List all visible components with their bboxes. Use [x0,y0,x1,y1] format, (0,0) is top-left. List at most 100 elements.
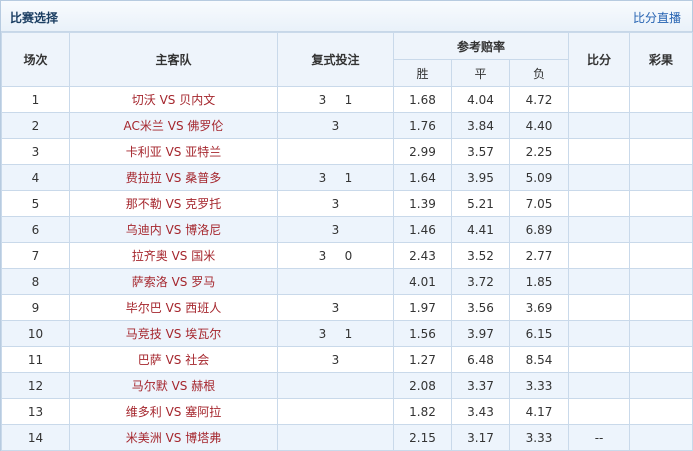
odds-win: 4.01 [393,268,452,295]
odds-draw: 3.37 [451,372,510,399]
table-row[interactable]: 3 卡利亚 VS 亚特兰 2.99 3.57 2.25 [1,138,693,165]
match-teams[interactable]: 萨索洛 VS 罗马 [69,268,278,295]
multi-bet-picks[interactable] [277,424,394,451]
odds-loss: 5.09 [508,164,570,191]
table-row[interactable]: 14 米美洲 VS 博塔弗 2.15 3.17 3.33 -- [1,424,693,451]
table-row[interactable]: 1 切沃 VS 贝内文 3 1 1.68 4.04 4.72 [1,86,693,113]
col-header-win: 胜 [393,59,452,87]
pick-option[interactable]: 1 [342,93,356,107]
match-score [568,164,631,191]
multi-bet-picks[interactable]: 3 [277,112,394,139]
match-teams[interactable]: 巴萨 VS 社会 [69,346,278,373]
multi-bet-picks[interactable]: 30 [277,242,394,269]
col-header-draw: 平 [451,59,510,87]
pick-option[interactable]: 1 [342,171,356,185]
table-row[interactable]: 12 马尔默 VS 赫根 2.08 3.37 3.33 [1,372,693,399]
odds-win: 1.56 [393,320,452,347]
pick-option[interactable]: 3 [316,327,330,341]
match-teams[interactable]: AC米兰 VS 佛罗伦 [69,112,278,139]
odds-draw: 3.17 [451,424,510,451]
away-team: 贝内文 [179,93,216,107]
lottery-result [629,398,693,425]
match-teams[interactable]: 卡利亚 VS 亚特兰 [69,138,278,165]
pick-option[interactable]: 3 [316,171,330,185]
lottery-result [629,164,693,191]
odds-draw: 5.21 [451,190,510,217]
away-team: 克罗托 [185,197,222,211]
vs-label: VS [171,379,188,393]
odds-win: 1.39 [393,190,452,217]
table-row[interactable]: 13 维多利 VS 塞阿拉 1.82 3.43 4.17 [1,398,693,425]
table-row[interactable]: 9 毕尔巴 VS 西班人 3 1.97 3.56 3.69 [1,294,693,321]
odds-win: 1.76 [393,112,452,139]
home-team: 毕尔巴 [125,301,162,315]
vs-label: VS [167,119,184,133]
match-teams[interactable]: 拉齐奥 VS 国米 [69,242,278,269]
table-row[interactable]: 4 费拉拉 VS 桑普多 3 1 1.64 3.95 5.09 [1,164,693,191]
pick-option[interactable]: 0 [342,249,356,263]
vs-label: VS [165,223,182,237]
panel-header: 比赛选择 比分直播 [1,1,692,32]
match-score [568,320,631,347]
home-team: 费拉拉 [125,171,162,185]
match-teams[interactable]: 马尔默 VS 赫根 [69,372,278,399]
multi-bet-picks[interactable]: 3 [277,294,394,321]
match-teams[interactable]: 马竞技 VS 埃瓦尔 [69,320,278,347]
odds-win: 1.97 [393,294,452,321]
table-row[interactable]: 7 拉齐奥 VS 国米 3 0 2.43 3.52 2.77 [1,242,693,269]
pick-option[interactable]: 3 [316,93,330,107]
table-row[interactable]: 2 AC米兰 VS 佛罗伦 3 1.76 3.84 4.40 [1,112,693,139]
multi-bet-picks[interactable] [277,372,394,399]
multi-bet-picks[interactable]: 3 [277,346,394,373]
pick-option[interactable]: 1 [342,327,356,341]
pick-option[interactable]: 3 [329,197,343,211]
home-team: 马竞技 [125,327,162,341]
multi-bet-picks[interactable] [277,138,394,165]
pick-option[interactable]: 3 [329,119,343,133]
panel-title: 比赛选择 [10,11,59,25]
match-number: 11 [1,346,70,373]
vs-label: VS [159,93,176,107]
match-teams[interactable]: 费拉拉 VS 桑普多 [69,164,278,191]
table-row[interactable]: 6 乌迪内 VS 博洛尼 3 1.46 4.41 6.89 [1,216,693,243]
away-team: 桑普多 [185,171,222,185]
pick-option[interactable]: 3 [316,249,330,263]
pick-option[interactable]: 3 [329,301,343,315]
odds-draw: 6.48 [451,346,510,373]
odds-draw: 3.97 [451,320,510,347]
lottery-result [629,190,693,217]
col-header-odds: 参考赔率 [392,32,570,60]
odds-win: 2.43 [393,242,452,269]
match-teams[interactable]: 切沃 VS 贝内文 [69,86,278,113]
multi-bet-picks[interactable]: 3 [277,216,394,243]
col-header-num: 场次 [1,32,70,87]
odds-loss: 4.72 [508,86,570,113]
match-number: 3 [1,138,70,165]
pick-option[interactable]: 3 [329,353,343,367]
multi-bet-picks[interactable]: 31 [277,86,394,113]
match-score: -- [568,424,631,451]
live-score-link[interactable]: 比分直播 [633,9,681,26]
multi-bet-picks[interactable] [277,398,394,425]
table-row[interactable]: 10 马竞技 VS 埃瓦尔 3 1 1.56 3.97 6.15 [1,320,693,347]
vs-label: VS [165,145,182,159]
table-row[interactable]: 5 那不勒 VS 克罗托 3 1.39 5.21 7.05 [1,190,693,217]
multi-bet-picks[interactable]: 31 [277,320,394,347]
pick-option[interactable]: 3 [329,223,343,237]
vs-label: VS [165,301,182,315]
match-score [568,86,631,113]
table-row[interactable]: 11 巴萨 VS 社会 3 1.27 6.48 8.54 [1,346,693,373]
match-teams[interactable]: 米美洲 VS 博塔弗 [69,424,278,451]
odds-win: 1.64 [393,164,452,191]
match-teams[interactable]: 毕尔巴 VS 西班人 [69,294,278,321]
match-number: 2 [1,112,70,139]
multi-bet-picks[interactable] [277,268,394,295]
match-teams[interactable]: 维多利 VS 塞阿拉 [69,398,278,425]
multi-bet-picks[interactable]: 3 [277,190,394,217]
match-teams[interactable]: 乌迪内 VS 博洛尼 [69,216,278,243]
table-row[interactable]: 8 萨索洛 VS 罗马 4.01 3.72 1.85 [1,268,693,295]
home-team: 乌迪内 [125,223,162,237]
match-teams[interactable]: 那不勒 VS 克罗托 [69,190,278,217]
multi-bet-picks[interactable]: 31 [277,164,394,191]
odds-loss: 3.69 [508,294,570,321]
